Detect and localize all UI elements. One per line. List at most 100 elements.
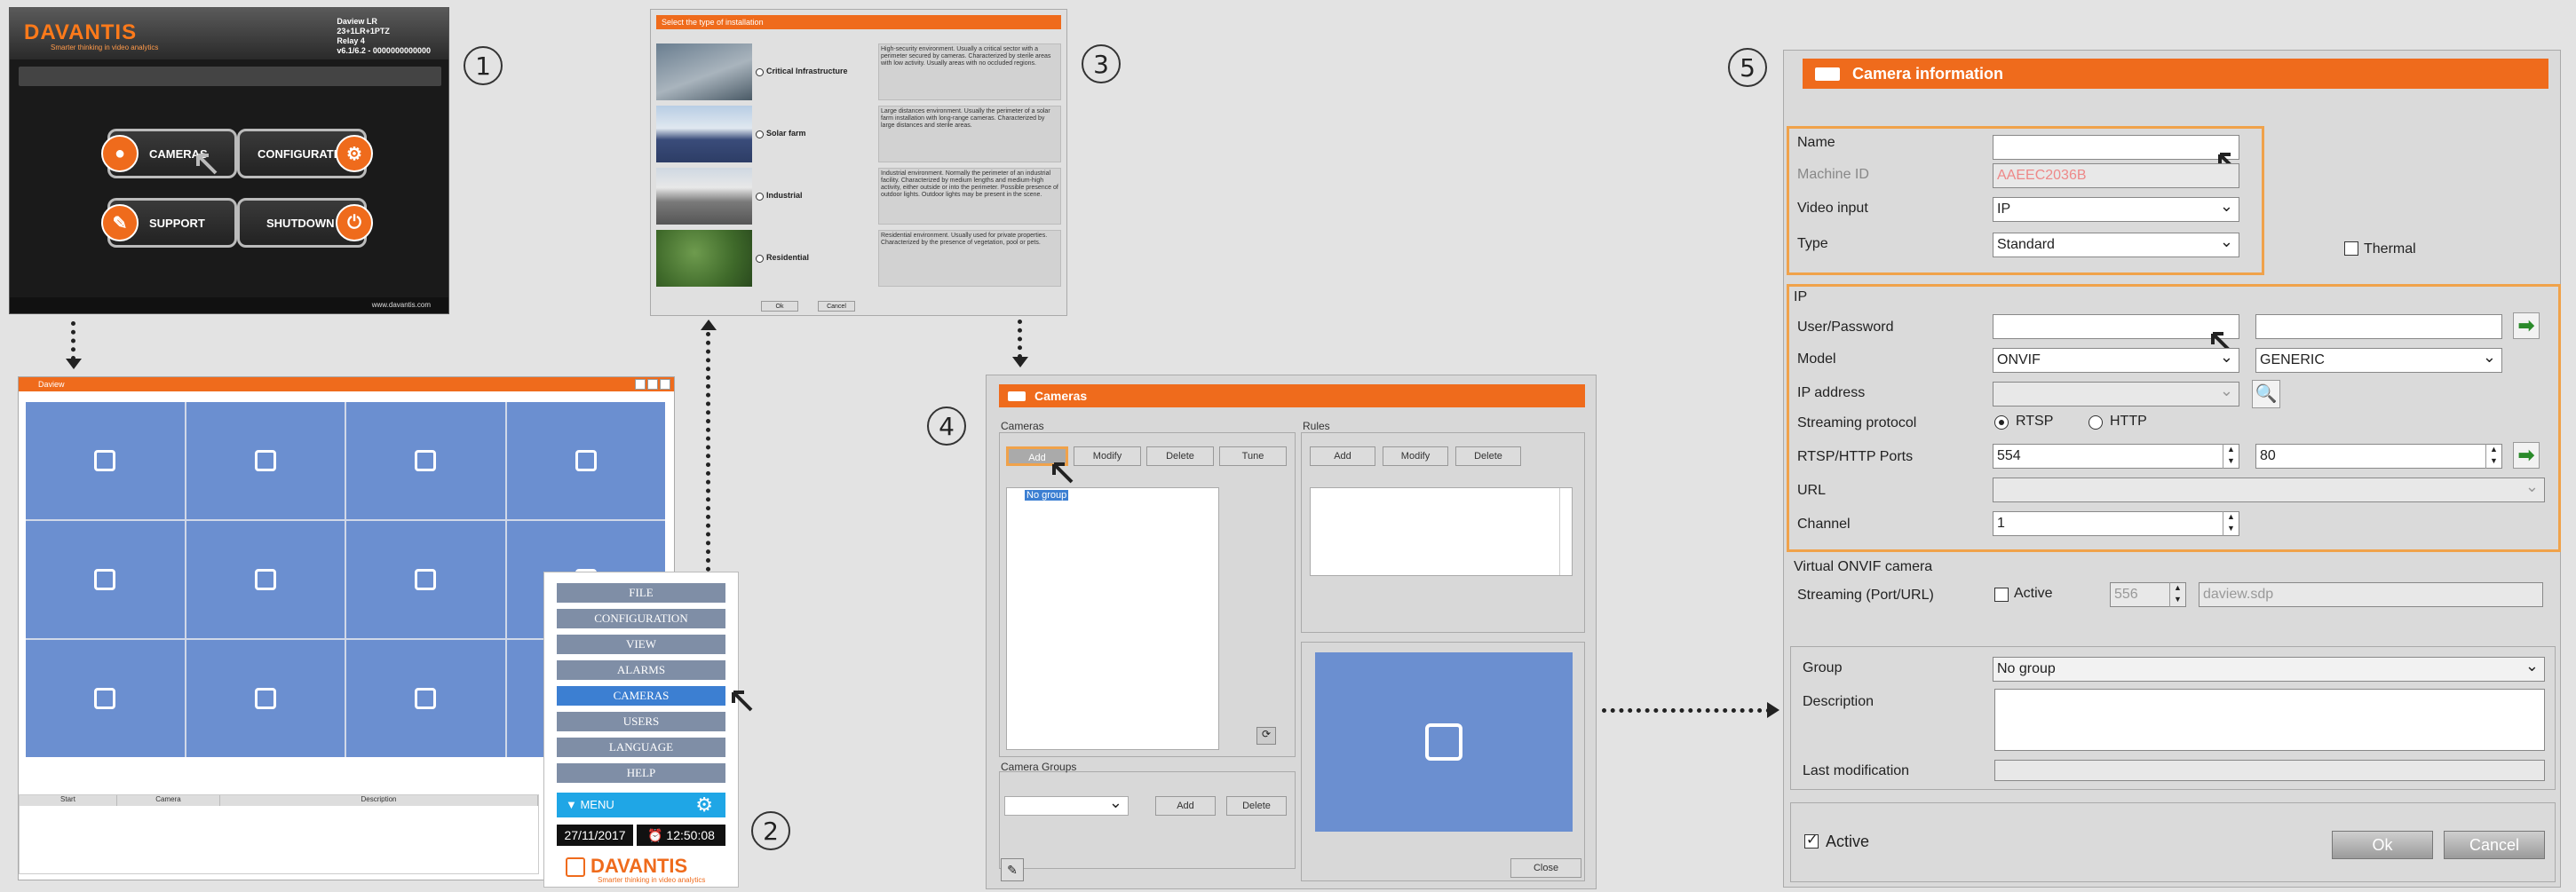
add-rule-button[interactable]: Add	[1310, 446, 1375, 466]
step-3-number: 3	[1082, 44, 1121, 83]
tree-item-no-group[interactable]: No group	[1025, 490, 1069, 501]
camera-tile[interactable]	[346, 402, 505, 519]
rtsp-radio[interactable]	[1994, 415, 2009, 430]
model-label: Model	[1797, 351, 1836, 367]
delete-rule-button[interactable]: Delete	[1455, 446, 1521, 466]
menu-item-help[interactable]: HELP	[557, 763, 725, 783]
label-solar-farm: Solar farm	[766, 129, 806, 138]
camera-tree[interactable]: No group	[1006, 487, 1219, 750]
maximize-button[interactable]	[647, 379, 658, 390]
menu-item-language[interactable]: LANGUAGE	[557, 738, 725, 757]
rtsp-port-input[interactable]: 554	[1993, 444, 2239, 469]
clock-icon: ⏰	[647, 828, 667, 842]
thermal-checkbox[interactable]	[2344, 241, 2358, 256]
camera-groups-box	[999, 771, 1296, 869]
close-button[interactable]	[660, 379, 670, 390]
virtual-active-label: Active	[2014, 586, 2053, 601]
rules-group-label: Rules	[1303, 420, 1330, 432]
cancel-button[interactable]: Cancel	[2444, 831, 2545, 859]
camera-tile[interactable]	[26, 402, 185, 519]
radio-industrial[interactable]	[756, 193, 764, 201]
http-port-input[interactable]: 80	[2255, 444, 2502, 469]
menu-toggle[interactable]: ▼ MENU ⚙	[557, 793, 725, 817]
model-select[interactable]: ONVIF	[1993, 345, 2239, 373]
streaming-protocol-label: Streaming protocol	[1797, 415, 1917, 430]
menu-item-file[interactable]: FILE	[557, 583, 725, 603]
url-select[interactable]	[1993, 475, 2545, 502]
tune-camera-button[interactable]: Tune	[1219, 446, 1287, 466]
virtual-active-checkbox[interactable]	[1994, 588, 2009, 602]
connector-3-4	[1018, 320, 1022, 359]
camera-tile[interactable]	[186, 521, 345, 638]
option-industrial[interactable]: Industrial Industrial environment. Norma…	[656, 168, 1061, 225]
option-residential[interactable]: Residential Residential environment. Usu…	[656, 230, 1061, 287]
camera-tile[interactable]	[186, 640, 345, 757]
camera-tile[interactable]	[186, 402, 345, 519]
camera-tile[interactable]	[346, 521, 505, 638]
menu-item-users[interactable]: USERS	[557, 712, 725, 731]
camera-group-select[interactable]	[1004, 793, 1129, 816]
refresh-icon[interactable]: ⟳	[1256, 727, 1276, 745]
radio-solar-farm[interactable]	[756, 130, 764, 138]
shutdown-button[interactable]: SHUTDOWN ⏻	[237, 198, 373, 248]
model-variant-select[interactable]: GENERIC	[2255, 345, 2502, 373]
minimize-button[interactable]	[635, 379, 646, 390]
channel-stepper[interactable]: ▲ ▼	[2223, 511, 2239, 536]
close-button[interactable]: Close	[1510, 858, 1581, 878]
apply-ports-arrow-icon[interactable]: ➡	[2513, 442, 2540, 469]
video-input-select[interactable]: IP	[1993, 194, 2239, 222]
camera-tile[interactable]	[506, 402, 665, 519]
connector-1-2	[71, 321, 75, 360]
alarm-table-header: Start Camera Description	[20, 795, 538, 806]
active-checkbox[interactable]: ✓	[1804, 833, 1819, 849]
stream-port-stepper[interactable]: ▲ ▼	[2169, 582, 2185, 607]
rules-scrollbar[interactable]	[1559, 488, 1572, 575]
modify-camera-button[interactable]: Modify	[1074, 446, 1141, 466]
apply-credentials-arrow-icon[interactable]: ➡	[2513, 312, 2540, 339]
ok-button[interactable]: Ok	[2332, 831, 2433, 859]
menu-toggle-label: ▼ MENU	[566, 798, 614, 811]
edit-icon[interactable]: ✎	[1001, 858, 1024, 881]
radio-residential[interactable]	[756, 255, 764, 263]
menu-item-cameras[interactable]: CAMERAS	[557, 686, 725, 706]
add-group-button[interactable]: Add	[1155, 796, 1216, 816]
search-icon[interactable]: 🔍	[2252, 380, 2280, 408]
rtsp-port-stepper[interactable]: ▲ ▼	[2223, 444, 2239, 469]
connector-2-3	[706, 332, 710, 572]
radio-critical-infrastructure[interactable]	[756, 68, 764, 76]
main-menu-screen: DAVANTIS Smarter thinking in video analy…	[9, 7, 449, 314]
http-port-stepper[interactable]: ▲ ▼	[2485, 444, 2501, 469]
delete-camera-button[interactable]: Delete	[1146, 446, 1214, 466]
camera-tile[interactable]	[26, 640, 185, 757]
camera-tile[interactable]	[26, 521, 185, 638]
camera-icon: ●	[101, 135, 139, 172]
rules-list[interactable]	[1310, 487, 1573, 576]
support-button[interactable]: ✎ SUPPORT	[101, 198, 237, 248]
configuration-button[interactable]: CONFIGURATION ⚙	[237, 129, 373, 178]
stream-url-input[interactable]: daview.sdp	[2199, 582, 2543, 607]
menu-item-alarms[interactable]: ALARMS	[557, 660, 725, 680]
delete-group-button[interactable]: Delete	[1226, 796, 1287, 816]
menu-item-configuration[interactable]: CONFIGURATION	[557, 609, 725, 628]
camera-tile[interactable]	[346, 640, 505, 757]
menu-item-view[interactable]: VIEW	[557, 635, 725, 654]
ok-button[interactable]: Ok	[761, 301, 798, 312]
username-input[interactable]	[1993, 314, 2239, 339]
channel-input[interactable]: 1	[1993, 511, 2239, 536]
type-select[interactable]: Standard	[1993, 230, 2239, 257]
installation-type-dialog: Select the type of installation Critical…	[650, 9, 1067, 316]
option-critical-infrastructure[interactable]: Critical Infrastructure High-security en…	[656, 43, 1061, 100]
ip-address-select[interactable]	[1993, 379, 2239, 407]
group-select[interactable]: No group	[1993, 654, 2545, 682]
modify-rule-button[interactable]: Modify	[1383, 446, 1448, 466]
description-textarea[interactable]	[1994, 689, 2545, 751]
password-input[interactable]	[2255, 314, 2502, 339]
name-input[interactable]	[1993, 135, 2239, 160]
daview-titlebar: Daview	[19, 377, 674, 391]
davantis-logo: DAVANTIS	[566, 855, 687, 878]
cancel-button[interactable]: Cancel	[818, 301, 855, 312]
option-solar-farm[interactable]: Solar farm Large distances environment. …	[656, 106, 1061, 162]
http-radio[interactable]	[2089, 415, 2103, 430]
cameras-button[interactable]: ● CAMERAS	[101, 129, 237, 178]
installation-dialog-title: Select the type of installation	[656, 15, 1061, 29]
